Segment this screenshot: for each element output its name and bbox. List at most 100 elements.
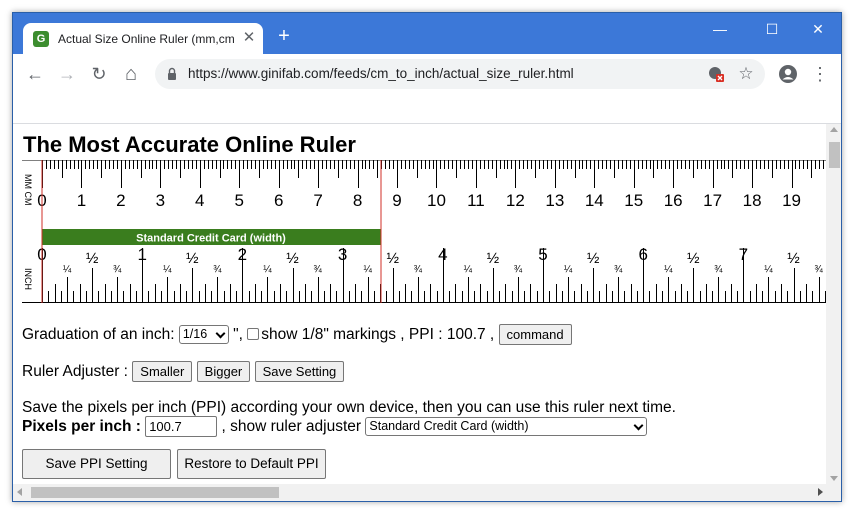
quarter-label: ¼ <box>764 263 773 275</box>
forward-arrow-icon[interactable]: → <box>55 62 79 86</box>
inch-tick-label: 7 <box>739 245 748 264</box>
three-quarter-label: ¾ <box>213 264 222 275</box>
cm-tick-label: 6 <box>274 191 283 210</box>
quarter-label: ¼ <box>464 263 473 275</box>
reload-icon[interactable]: ↻ <box>87 62 111 86</box>
graduation-row: Graduation of an inch: 1/16 ", show 1/8"… <box>22 324 572 346</box>
ginifab-favicon-icon: G <box>33 31 49 47</box>
cm-tick-label: 16 <box>664 191 683 210</box>
star-icon[interactable]: ☆ <box>737 65 755 83</box>
half-label: ½ <box>787 250 800 267</box>
three-quarter-label: ¾ <box>814 264 823 275</box>
quarter-label: ¼ <box>363 263 372 275</box>
maximize-icon[interactable]: ☐ <box>757 18 787 40</box>
title-bar: G Actual Size Online Ruler (mm,cm ✕ + — … <box>13 13 841 54</box>
cm-tick-label: 9 <box>392 191 401 210</box>
url-text: https://www.ginifab.com/feeds/cm_to_inch… <box>188 66 574 81</box>
save-ppi-button[interactable]: Save PPI Setting <box>22 449 171 479</box>
inch-tick-label: 2 <box>238 245 247 264</box>
graduation-label: Graduation of an inch: <box>22 326 175 343</box>
quarter-label: ¼ <box>163 263 172 275</box>
vertical-scroll-thumb[interactable] <box>829 142 840 168</box>
ppi-row: Pixels per inch : 100.7 , show ruler adj… <box>22 416 648 438</box>
three-quarter-label: ¾ <box>313 264 322 275</box>
cm-tick-label: 14 <box>585 191 604 210</box>
horizontal-scrollbar[interactable] <box>13 484 841 501</box>
quarter-label: ¼ <box>664 263 673 275</box>
ppi-input[interactable]: 100.7 <box>145 416 218 438</box>
graduation-select[interactable]: 1/16 <box>178 325 229 345</box>
half-label: ½ <box>687 250 700 267</box>
kebab-menu-icon[interactable]: ⋮ <box>808 62 832 86</box>
show-adjuster-label: , show ruler adjuster <box>221 418 362 435</box>
window-close-icon[interactable]: ✕ <box>803 18 833 40</box>
minimize-icon[interactable]: — <box>705 18 735 40</box>
cm-tick-label: 19 <box>782 191 801 210</box>
horizontal-scroll-thumb[interactable] <box>31 487 279 498</box>
page-content: The Most Accurate Online Ruler 012345678… <box>13 124 826 484</box>
scroll-left-icon[interactable] <box>17 488 22 496</box>
inch-tick-label: 5 <box>538 245 547 264</box>
three-quarter-label: ¾ <box>113 264 122 275</box>
scroll-down-icon[interactable] <box>830 476 838 481</box>
bigger-button[interactable]: Bigger <box>196 361 251 383</box>
half-label: ½ <box>386 250 399 267</box>
mm-cm-scale-label: MM CM <box>23 174 33 206</box>
ruler[interactable]: 0 1 2 3 4 5 6 7 8 9 10 11 12 13 14 15 16 17 18 190 1 2 3 4 5 6 7¼½… <box>22 160 826 303</box>
address-bar[interactable]: https://www.ginifab.com/feeds/cm_to_inch… <box>155 59 765 89</box>
three-quarter-label: ¾ <box>614 264 623 275</box>
home-icon[interactable]: ⌂ <box>119 62 143 86</box>
back-arrow-icon[interactable]: ← <box>23 62 47 86</box>
three-quarter-label: ¾ <box>514 264 523 275</box>
scroll-up-icon[interactable] <box>830 127 838 132</box>
cm-tick-label: 2 <box>116 191 125 210</box>
adjuster-row: Ruler Adjuster : Smaller Bigger Save Set… <box>22 361 345 383</box>
inch-tick-label: 1 <box>137 245 146 264</box>
smaller-button[interactable]: Smaller <box>132 361 193 383</box>
credit-card-label: Standard Credit Card (width) <box>136 233 286 245</box>
quarter-label: ¼ <box>263 263 272 275</box>
show-eighth-markings-checkbox[interactable] <box>247 327 260 340</box>
browser-tab[interactable]: G Actual Size Online Ruler (mm,cm ✕ <box>23 23 263 54</box>
cm-tick-label: 12 <box>506 191 525 210</box>
tab-title: Actual Size Online Ruler (mm,cm <box>58 32 235 46</box>
cm-tick-label: 18 <box>743 191 762 210</box>
command-button[interactable]: command <box>498 324 572 346</box>
cm-tick-label: 8 <box>353 191 362 210</box>
three-quarter-label: ¾ <box>414 264 423 275</box>
half-label: ½ <box>86 250 99 267</box>
browser-window: G Actual Size Online Ruler (mm,cm ✕ + — … <box>12 12 842 502</box>
bookmarks-bar <box>13 94 841 124</box>
inch-tick-label: 4 <box>438 245 447 264</box>
inch-tick-label: 3 <box>338 245 347 264</box>
half-label: ½ <box>286 250 299 267</box>
page-title: The Most Accurate Online Ruler <box>23 132 356 157</box>
cm-tick-label: 13 <box>545 191 564 210</box>
browser-toolbar: ← → ↻ ⌂ https://www.ginifab.com/feeds/cm… <box>13 54 841 94</box>
restore-default-ppi-button[interactable]: Restore to Default PPI <box>177 449 326 479</box>
new-tab-icon[interactable]: + <box>274 26 294 46</box>
quarter-label: ¼ <box>564 263 573 275</box>
cm-tick-label: 15 <box>624 191 643 210</box>
half-label: ½ <box>186 250 199 267</box>
inch-symbol: ", <box>233 326 243 343</box>
cm-tick-label: 11 <box>467 191 485 210</box>
cm-tick-label: 3 <box>156 191 165 210</box>
cm-tick-label: 10 <box>427 191 446 210</box>
inch-tick-label: 6 <box>638 245 647 264</box>
lock-icon <box>168 67 176 80</box>
three-quarter-label: ¾ <box>714 264 723 275</box>
scroll-right-icon[interactable] <box>818 488 823 496</box>
cm-tick-label: 5 <box>235 191 244 210</box>
ppi-label: Pixels per inch : <box>22 418 141 435</box>
cm-tick-label: 4 <box>195 191 204 210</box>
cm-tick-label: 7 <box>313 191 322 210</box>
adjuster-select[interactable]: Standard Credit Card (width) <box>365 417 648 437</box>
inch-scale-label: INCH <box>23 268 33 290</box>
profile-icon[interactable] <box>778 64 798 84</box>
vertical-scrollbar[interactable] <box>826 124 841 484</box>
save-setting-button[interactable]: Save Setting <box>254 361 345 383</box>
quarter-label: ¼ <box>63 263 72 275</box>
tab-close-icon[interactable]: ✕ <box>241 30 257 46</box>
blocked-content-icon[interactable] <box>707 65 725 83</box>
